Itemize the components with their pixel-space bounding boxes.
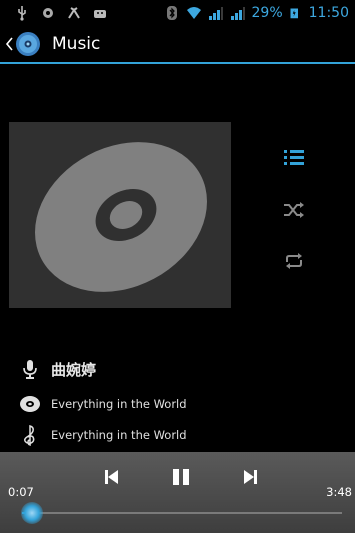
signal-icon bbox=[230, 7, 245, 20]
usb-icon bbox=[18, 6, 26, 21]
artist-name: 曲婉婷 bbox=[51, 360, 97, 379]
previous-icon[interactable] bbox=[98, 464, 124, 490]
seek-bar[interactable] bbox=[22, 512, 342, 514]
current-time: 0:07 bbox=[8, 485, 34, 499]
action-bar-divider bbox=[0, 62, 355, 64]
wifi-icon bbox=[186, 7, 201, 19]
music-app-icon[interactable] bbox=[15, 31, 41, 57]
microphone-icon bbox=[23, 360, 37, 379]
pause-icon[interactable] bbox=[168, 464, 194, 490]
album-row: Everything in the World bbox=[19, 393, 187, 415]
total-time: 3:48 bbox=[326, 485, 352, 499]
album-disc-icon bbox=[20, 396, 40, 412]
seek-thumb[interactable] bbox=[20, 502, 43, 524]
playback-controls: 0:07 3:48 bbox=[0, 452, 355, 533]
next-icon[interactable] bbox=[238, 464, 264, 490]
debug-icon bbox=[68, 7, 80, 19]
status-bar-system: 29% 11:50 bbox=[164, 5, 355, 21]
app-title: Music bbox=[52, 34, 101, 54]
album-placeholder-disc-icon bbox=[35, 142, 207, 292]
battery-icon bbox=[290, 8, 298, 19]
album-art bbox=[9, 122, 231, 308]
back-icon[interactable] bbox=[5, 36, 13, 52]
shuffle-icon[interactable] bbox=[283, 199, 305, 221]
status-bar: 29% 11:50 bbox=[0, 0, 355, 26]
queue-list-icon[interactable] bbox=[283, 146, 305, 168]
status-bar-notifications bbox=[0, 5, 108, 21]
action-bar: Music bbox=[0, 26, 355, 62]
signal-icon bbox=[208, 7, 223, 20]
treble-clef-icon bbox=[24, 425, 35, 446]
track-title: Everything in the World bbox=[51, 428, 187, 442]
clock: 11:50 bbox=[308, 5, 349, 21]
track-row: Everything in the World bbox=[19, 424, 187, 446]
bluetooth-icon bbox=[166, 6, 177, 20]
android-icon bbox=[94, 10, 106, 18]
repeat-icon[interactable] bbox=[283, 250, 305, 272]
battery-percent: 29% bbox=[251, 5, 283, 21]
artist-row: 曲婉婷 bbox=[19, 358, 96, 380]
album-name: Everything in the World bbox=[51, 397, 187, 411]
notification-icon bbox=[43, 8, 53, 18]
